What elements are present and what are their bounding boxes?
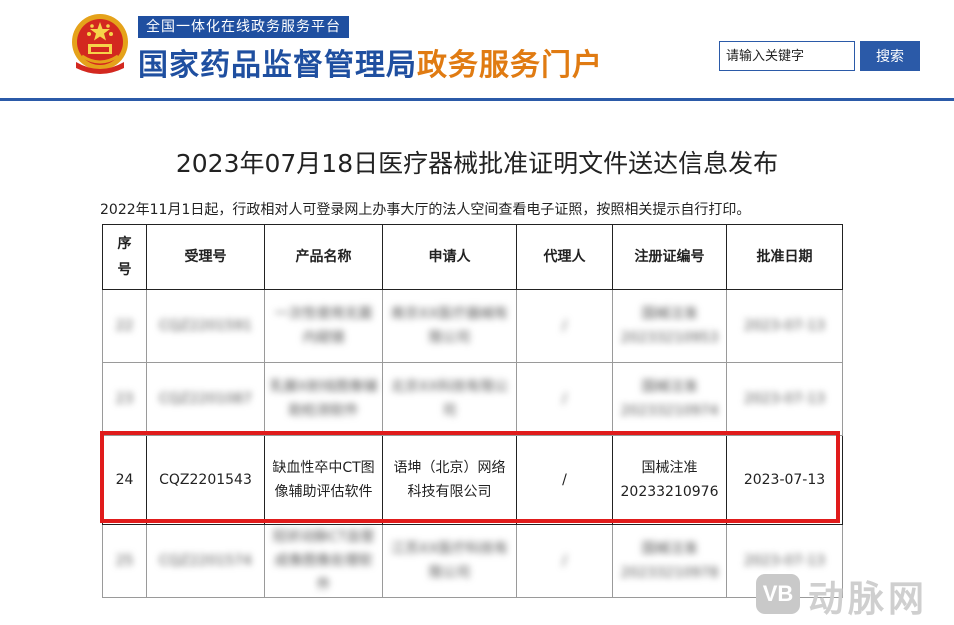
cell-acceptance-no: CQZ2201087 (159, 391, 252, 407)
site-title-accent: 政务服务门户 (417, 48, 603, 83)
table-header-row: 序号 受理号 产品名称 申请人 代理人 注册证编号 批准日期 (102, 224, 843, 290)
cell-agent: / (562, 553, 567, 569)
header-registration-no: 注册证编号 (612, 224, 727, 290)
site-header: 全国一体化在线政务服务平台 国家药品监督管理局政务服务门户 搜索 (0, 0, 954, 100)
watermark: VB 动脉网 (756, 568, 952, 620)
table-row: 25 CQZ2201574 冠状动脉CT血管成像图像处理软件 江苏XX医疗科技有… (102, 524, 843, 598)
cell-acceptance-no: CQZ2201591 (159, 318, 252, 334)
cell-product-name: 一次性使用无菌内窥镜 (274, 306, 373, 346)
platform-tag: 全国一体化在线政务服务平台 (138, 16, 349, 38)
cell-applicant: 北京XX科技有限公司 (390, 379, 509, 419)
header-agent: 代理人 (516, 224, 613, 290)
cell-agent: / (562, 391, 567, 407)
table-row: 23 CQZ2201087 乳腺X射线图像辅助检测软件 北京XX科技有限公司 /… (102, 362, 843, 436)
cell-approval-date: 2023-07-13 (726, 435, 843, 525)
page-title: 2023年07月18日医疗器械批准证明文件送达信息发布 (175, 149, 779, 178)
watermark-logo-icon: VB (756, 574, 800, 614)
cell-index: 25 (115, 553, 134, 569)
header-acceptance-no: 受理号 (146, 224, 265, 290)
cell-approval-date: 2023-07-13 (743, 318, 826, 334)
cell-registration-no: 国械注准20233210953 (620, 306, 719, 346)
approval-table-container: 序号 受理号 产品名称 申请人 代理人 注册证编号 批准日期 22 CQZ220… (100, 224, 843, 598)
cell-product-name: 缺血性卒中CT图像辅助评估软件 (264, 435, 383, 525)
cell-index: 24 (102, 435, 147, 525)
notice-text: 2022年11月1日起，行政相对人可登录网上办事大厅的法人空间查看电子证照，按照… (100, 202, 751, 218)
search-button[interactable]: 搜索 (860, 41, 920, 71)
header-index: 序号 (102, 224, 147, 290)
watermark-text: 动脉网 (808, 579, 929, 620)
approval-table: 序号 受理号 产品名称 申请人 代理人 注册证编号 批准日期 22 CQZ220… (102, 224, 843, 598)
cell-approval-date: 2023-07-13 (743, 391, 826, 407)
cell-product-name: 乳腺X射线图像辅助检测软件 (269, 379, 378, 419)
search-input[interactable] (719, 41, 855, 71)
cell-agent: / (516, 435, 613, 525)
header-approval-date: 批准日期 (726, 224, 843, 290)
national-emblem-icon (72, 14, 128, 74)
header-divider (0, 98, 954, 101)
site-title-main: 国家药品监督管理局 (138, 48, 417, 83)
site-title: 国家药品监督管理局政务服务门户 (138, 40, 603, 84)
cell-applicant: 江苏XX医疗科技有限公司 (390, 541, 509, 581)
header-product-name: 产品名称 (264, 224, 383, 290)
cell-agent: / (562, 318, 567, 334)
cell-acceptance-no: CQZ2201543 (146, 435, 265, 525)
cell-product-name: 冠状动脉CT血管成像图像处理软件 (272, 529, 375, 593)
cell-applicant: 语坤（北京）网络科技有限公司 (382, 435, 517, 525)
table-row: 22 CQZ2201591 一次性使用无菌内窥镜 南京XX医疗器械有限公司 / … (102, 289, 843, 363)
cell-registration-no: 国械注准20233210976 (612, 435, 727, 525)
cell-registration-no: 国械注准20233210974 (620, 379, 719, 419)
cell-applicant: 南京XX医疗器械有限公司 (390, 306, 509, 346)
header-applicant: 申请人 (382, 224, 517, 290)
cell-registration-no: 国械注准20233210978 (620, 541, 719, 581)
cell-index: 23 (115, 391, 134, 407)
highlighted-table-row: 24 CQZ2201543 缺血性卒中CT图像辅助评估软件 语坤（北京）网络科技… (102, 435, 843, 525)
cell-index: 22 (115, 318, 134, 334)
cell-acceptance-no: CQZ2201574 (159, 553, 252, 569)
